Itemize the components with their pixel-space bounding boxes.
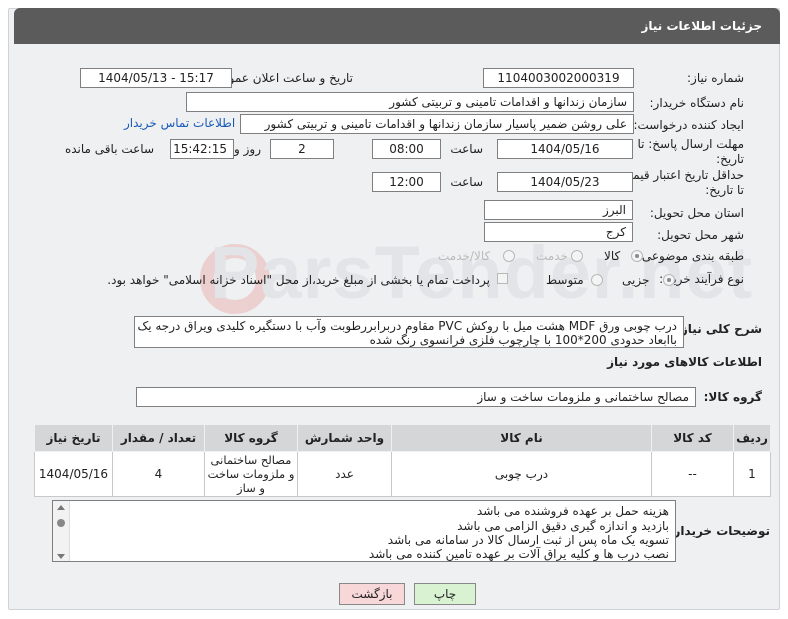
creator-field: علی روشن ضمیر پاسیار سازمان زندانها و اق… xyxy=(240,114,634,134)
validity-label-date: تا تاریخ: xyxy=(705,183,744,197)
province-label: استان محل تحویل: xyxy=(649,206,744,220)
notes-scrollbar[interactable] xyxy=(53,501,70,561)
goods-section-title: اطلاعات کالاهای مورد نیاز xyxy=(607,355,762,369)
goods-group-field: مصالح ساختمانی و ملزومات ساخت و ساز xyxy=(136,387,696,407)
cell-date: 1404/05/16 xyxy=(34,451,113,497)
cell-unit: عدد xyxy=(297,451,392,497)
scrollbar-arrows-icon xyxy=(57,505,65,559)
days-field: 2 xyxy=(270,139,334,159)
col-date: تاریخ نیاز xyxy=(34,424,113,452)
back-button[interactable]: بازگشت xyxy=(339,583,405,605)
cell-name: درب چوبی xyxy=(391,451,652,497)
category-option-both: کالا/خدمت xyxy=(438,249,491,263)
col-name: نام کالا xyxy=(391,424,652,452)
table-row: 1 -- درب چوبی عدد مصالح ساختمانی و ملزوم… xyxy=(34,451,771,497)
validity-label: حداقل تاریخ اعتبار قیمت: xyxy=(617,168,744,182)
description-line-1: درب چوبی ورق MDF هشت میل با روکش PVC مقا… xyxy=(137,319,677,333)
goods-group-label: گروه کالا: xyxy=(703,390,762,404)
remaining-label: ساعت باقی مانده xyxy=(64,142,154,156)
col-qty: تعداد / مقدار xyxy=(112,424,205,452)
payment-note: پرداخت تمام یا بخشی از مبلغ خرید،از محل … xyxy=(107,273,490,287)
city-field: کرج xyxy=(484,222,633,242)
deadline-date-field: 1404/05/16 xyxy=(497,139,633,159)
deadline-time-field: 08:00 xyxy=(372,139,441,159)
need-number-field: 1104003002000319 xyxy=(483,68,634,88)
buyer-notes-box[interactable]: هزینه حمل بر عهده فروشنده می باشد بازدید… xyxy=(52,500,676,562)
creator-label: ایجاد کننده درخواست: xyxy=(633,118,744,132)
buyer-contact-link[interactable]: اطلاعات تماس خریدار xyxy=(124,116,235,130)
category-radio-goods[interactable] xyxy=(631,250,643,262)
process-radio-minor[interactable] xyxy=(663,274,675,286)
category-label: طبقه بندی موضوعی: xyxy=(637,249,744,263)
category-radio-service[interactable] xyxy=(571,250,583,262)
items-table: ردیف کد کالا نام کالا واحد شمارش گروه کا… xyxy=(34,424,771,497)
city-label: شهر محل تحویل: xyxy=(657,228,744,242)
remaining-time-field: 15:42:15 xyxy=(170,139,234,159)
deadline-label-date: تاریخ: xyxy=(716,152,744,166)
deadline-label: مهلت ارسال پاسخ: تا xyxy=(637,137,744,151)
col-group: گروه کالا xyxy=(204,424,298,452)
validity-time-label: ساعت xyxy=(450,175,483,189)
col-unit: واحد شمارش xyxy=(297,424,392,452)
validity-time-field: 12:00 xyxy=(372,172,441,192)
category-radio-both[interactable] xyxy=(503,250,515,262)
category-option-goods: کالا xyxy=(604,249,621,263)
process-option-minor: جزیی xyxy=(622,273,650,287)
col-code: کد کالا xyxy=(651,424,734,452)
table-header-row: ردیف کد کالا نام کالا واحد شمارش گروه کا… xyxy=(34,424,771,452)
cell-qty: 4 xyxy=(112,451,205,497)
cell-group: مصالح ساختمانی و ملزومات ساخت و ساز xyxy=(204,451,298,497)
buyer-org-field: سازمان زندانها و اقدامات تامینی و تربیتی… xyxy=(186,92,634,112)
days-label: روز و xyxy=(234,142,261,156)
note-line-4: نصب درب ها و کلیه یراق آلات بر عهده تامی… xyxy=(368,547,669,561)
description-line-2: باابعاد حدودی 200*100 با چارچوب فلزی فرا… xyxy=(369,333,677,347)
description-box: درب چوبی ورق MDF هشت میل با روکش PVC مقا… xyxy=(134,316,684,348)
deadline-time-label: ساعت xyxy=(450,142,483,156)
buyer-org-label: نام دستگاه خریدار: xyxy=(649,96,745,110)
description-label: شرح کلی نیاز: xyxy=(676,322,762,336)
buyer-notes-label: توضیحات خریدار: xyxy=(668,524,770,538)
col-row: ردیف xyxy=(733,424,771,452)
print-button[interactable]: چاپ xyxy=(414,583,476,605)
province-field: البرز xyxy=(484,200,633,220)
cell-code: -- xyxy=(651,451,734,497)
treasury-checkbox[interactable] xyxy=(497,273,508,284)
process-option-medium: متوسط xyxy=(546,273,584,287)
need-number-label: شماره نیاز: xyxy=(687,71,744,85)
note-line-2: بازدید و اندازه گیری دقیق الزامی می باشد xyxy=(457,519,669,533)
category-option-service: خدمت xyxy=(536,249,568,263)
cell-row: 1 xyxy=(733,451,771,497)
process-radio-medium[interactable] xyxy=(591,274,603,286)
note-line-3: تسویه یک ماه پس از ثبت ارسال کالا در سام… xyxy=(387,533,669,547)
note-line-1: هزینه حمل بر عهده فروشنده می باشد xyxy=(476,504,669,518)
announce-field: 1404/05/13 - 15:17 xyxy=(80,68,232,88)
validity-date-field: 1404/05/23 xyxy=(497,172,633,192)
